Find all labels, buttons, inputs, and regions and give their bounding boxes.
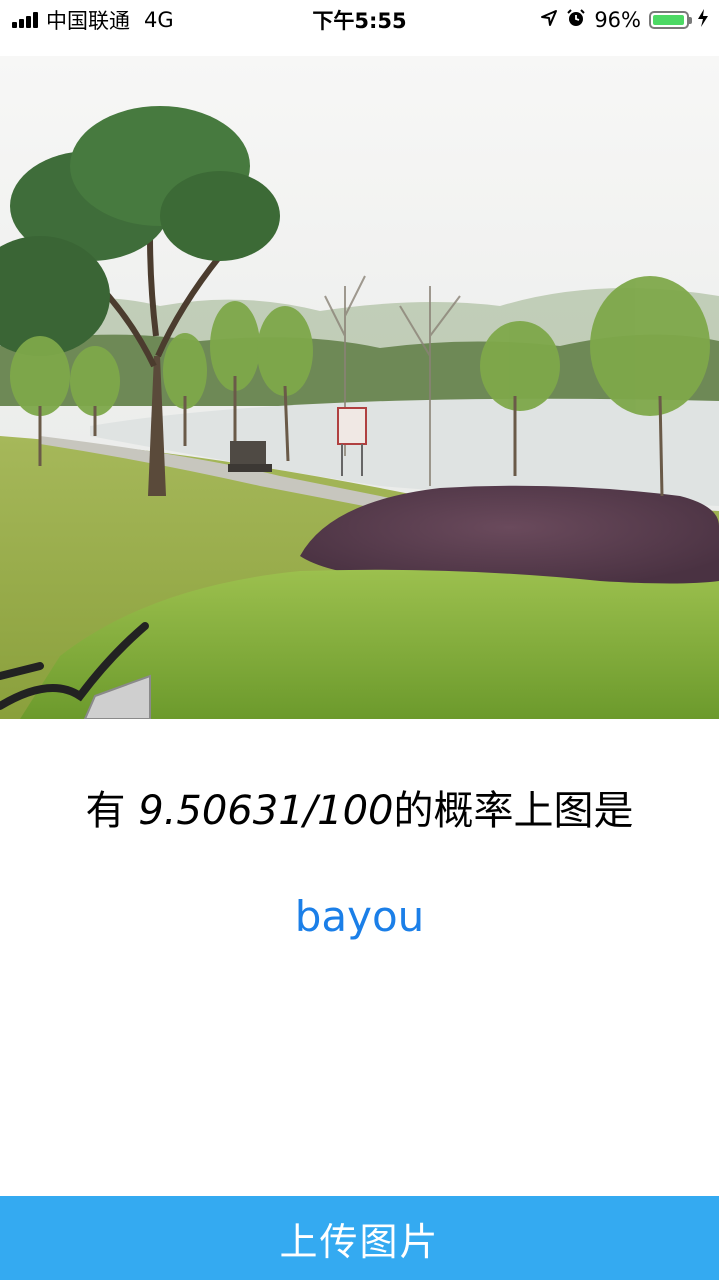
status-right: 96% [540,8,719,33]
result-sentence: 有 9.50631/100的概率上图是 [0,778,719,836]
landscape-photo [0,56,719,719]
charging-icon [697,8,709,32]
predicted-label: bayou [294,892,425,941]
result-probability: 9.50631/100 [138,788,394,834]
upload-image-button[interactable]: 上传图片 [0,1196,719,1280]
result-prefix: 有 [85,788,139,834]
status-bar: 中国联通 4G 下午5:55 96% [0,0,719,40]
alarm-icon [566,8,586,33]
battery-fill [653,15,684,25]
app-screen: 中国联通 4G 下午5:55 96% 有 9.50631/100的概率上图是 b… [0,0,719,1280]
status-left: 中国联通 4G [0,5,174,35]
carrier-name: 中国联通 [46,9,130,33]
battery-icon [649,11,692,29]
network-type: 4G [144,8,174,32]
location-icon [540,8,558,32]
battery-percent: 96% [594,8,641,32]
signal-icon [12,12,38,28]
result-suffix: 的概率上图是 [393,788,634,834]
